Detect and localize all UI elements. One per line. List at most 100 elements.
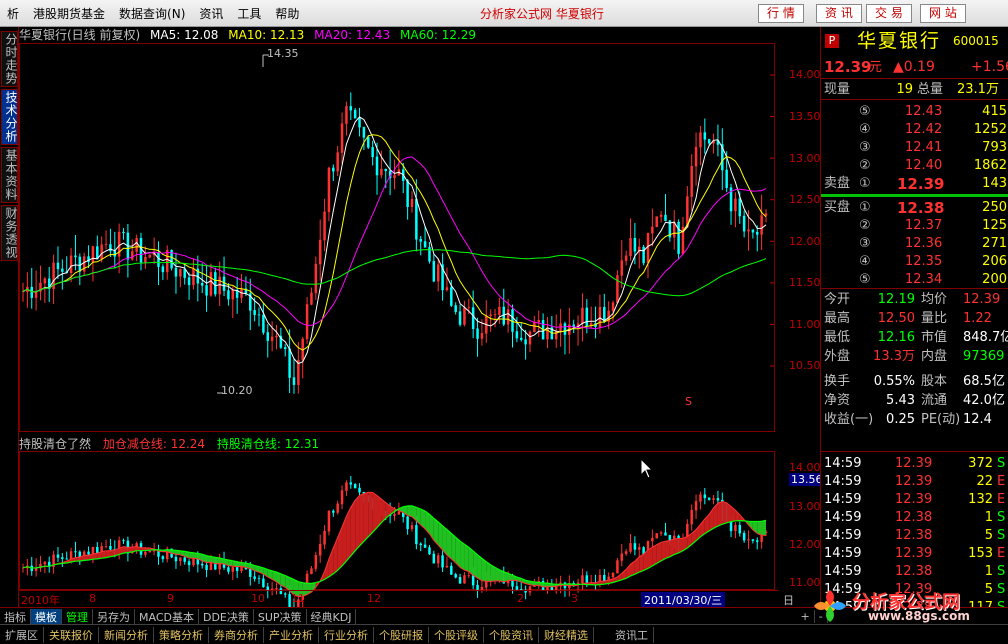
stat-label: 量比 (921, 310, 947, 328)
info-button[interactable]: 资 讯 (816, 4, 862, 23)
stat-value: 0.25 (865, 411, 915, 429)
stat-row: 最低12.16市值848.7亿 (821, 329, 1008, 347)
sell-volume: 415 (982, 103, 1007, 121)
bottom-item[interactable]: 策略分析 (154, 627, 209, 643)
tab-kdj[interactable]: 经典KDJ (307, 609, 357, 625)
bottom-item[interactable]: 产业分析 (264, 627, 319, 643)
menu-item-news[interactable]: 资讯 (192, 5, 230, 22)
bottom-item[interactable]: 财经精选 (539, 627, 594, 643)
stat-label: 流通 (921, 392, 947, 410)
website-button[interactable]: 网 站 (920, 4, 966, 23)
bottom-item[interactable]: 券商分析 (209, 627, 264, 643)
price-tick: 11.50 (789, 276, 821, 289)
bottom-item[interactable]: 行业分析 (319, 627, 374, 643)
level-number: ③ (859, 139, 871, 157)
stock-code: 600015 (953, 29, 999, 53)
ribbon-segment (478, 555, 482, 581)
tick-time: 14:59 (824, 491, 861, 509)
bottom-item[interactable]: 新闻分析 (99, 627, 154, 643)
lower-tick: 12.00 (789, 538, 821, 551)
ribbon-segment (364, 492, 368, 541)
ma20-label: MA20: 12.43 (314, 28, 390, 42)
stat-value: 5.43 (865, 392, 915, 410)
menu-item-analyze[interactable]: 析 (0, 5, 26, 22)
buy-volume: 271 (982, 235, 1007, 253)
ribbon-segment (451, 534, 455, 563)
tick-volume: 1 (961, 509, 993, 527)
ma60-label: MA60: 12.29 (400, 28, 476, 42)
stat-row: 净资5.43流通42.0亿 (821, 392, 1008, 410)
menu-item-hk-futures[interactable]: 港股期货基金 (26, 5, 112, 22)
menu-item-data-query[interactable]: 数据查询(N) (112, 5, 192, 22)
tab-macd[interactable]: MACD基本 (135, 609, 199, 625)
buy-label: 买盘 (824, 199, 850, 217)
ribbon-segment (674, 539, 678, 555)
stat-row: 今开12.19均价12.39 (821, 291, 1008, 309)
tab-indicator[interactable]: 指标 (0, 609, 31, 625)
bottom-item[interactable]: 资讯工 (610, 627, 654, 643)
tick-volume: 5 (961, 527, 993, 545)
stat-value: 12.50 (865, 310, 915, 328)
buy-level: ④12.35206 (821, 253, 1008, 271)
tab-basic-info[interactable]: 基本资料 (1, 147, 18, 203)
bottom-item[interactable]: 个股研报 (374, 627, 429, 643)
bottom-item[interactable]: 个股资讯 (484, 627, 539, 643)
sell-volume: 1252 (974, 121, 1007, 139)
level-number: ④ (859, 121, 871, 139)
stat-value: 12.4 (963, 411, 992, 429)
ribbon-segment (464, 544, 468, 571)
menu-item-tools[interactable]: 工具 (230, 5, 268, 22)
kline-chart[interactable]: 华夏银行(日线 前复权) MA5: 12.08 MA10: 12.13 MA20… (19, 27, 819, 607)
menu-item-help[interactable]: 帮助 (268, 5, 306, 22)
tick-row: 14:5912.381S (821, 563, 1008, 581)
ribbon-segment (373, 492, 377, 532)
level-number: ① (859, 175, 871, 193)
tab-sup[interactable]: SUP决策 (254, 609, 307, 625)
tab-intraday[interactable]: 分时走势 (1, 31, 18, 87)
ribbon-segment (757, 521, 761, 535)
cursor-date: 2011/03/30/三 (641, 592, 725, 608)
tab-financial[interactable]: 财务透视 (1, 205, 18, 261)
bottom-item[interactable]: 扩展区 (0, 627, 44, 643)
sell-price: 12.39 (897, 175, 944, 193)
tick-direction: S (997, 527, 1005, 545)
buy-volume: 200 (982, 271, 1007, 289)
stat-row: 外盘13.3万内盘97369 (821, 348, 1008, 366)
buy-level: ②12.37125 (821, 217, 1008, 235)
price-tick: 12.50 (789, 193, 821, 206)
tab-technical[interactable]: 技术分析 (1, 89, 18, 145)
tick-row: 14:5912.385S (821, 527, 1008, 545)
add-reduce-line-label: 加仓减仓线: 12.24 (103, 437, 205, 451)
sell-level: ③12.41793 (821, 139, 1008, 157)
tab-manage[interactable]: 管理 (62, 609, 93, 625)
date-axis: 2010年 8 9 10 11 12 2 3 2011/03/30/三 日线 (19, 590, 779, 608)
tab-template[interactable]: 模板 (31, 609, 62, 625)
stat-value: 12.16 (865, 329, 915, 347)
bid-ask-divider (821, 194, 1008, 197)
tick-direction: E (997, 545, 1005, 563)
trade-button[interactable]: 交 易 (866, 4, 912, 23)
tab-save-as[interactable]: 另存为 (93, 609, 135, 625)
level-number: ④ (859, 253, 871, 271)
bottom-item[interactable]: 个股评级 (429, 627, 484, 643)
tick-price: 12.38 (895, 527, 932, 545)
stat-label: 外盘 (824, 348, 850, 366)
tick-price: 12.38 (895, 509, 932, 527)
bottom-item[interactable]: 关联报价 (44, 627, 99, 643)
main-plot-frame (20, 44, 775, 432)
volume-row: 现量 19 总量 23.1万 (821, 81, 1008, 100)
tick-direction: S (997, 509, 1005, 527)
buy-level: ⑤12.34200 (821, 271, 1008, 289)
chart-canvas[interactable] (19, 27, 819, 607)
quote-button[interactable]: 行 情 (758, 4, 804, 23)
tab-dde[interactable]: DDE决策 (199, 609, 254, 625)
tick-time: 14:59 (824, 455, 861, 473)
tick-time: 14:59 (824, 545, 861, 563)
tick-volume: 22 (961, 473, 993, 491)
tick-price: 12.39 (895, 545, 932, 563)
stat-label: 内盘 (921, 348, 947, 366)
sell-volume: 143 (982, 175, 1007, 193)
ribbon-segment (360, 494, 364, 546)
stat-value: 1.22 (963, 310, 992, 328)
tick-row: 14:5912.381S (821, 509, 1008, 527)
